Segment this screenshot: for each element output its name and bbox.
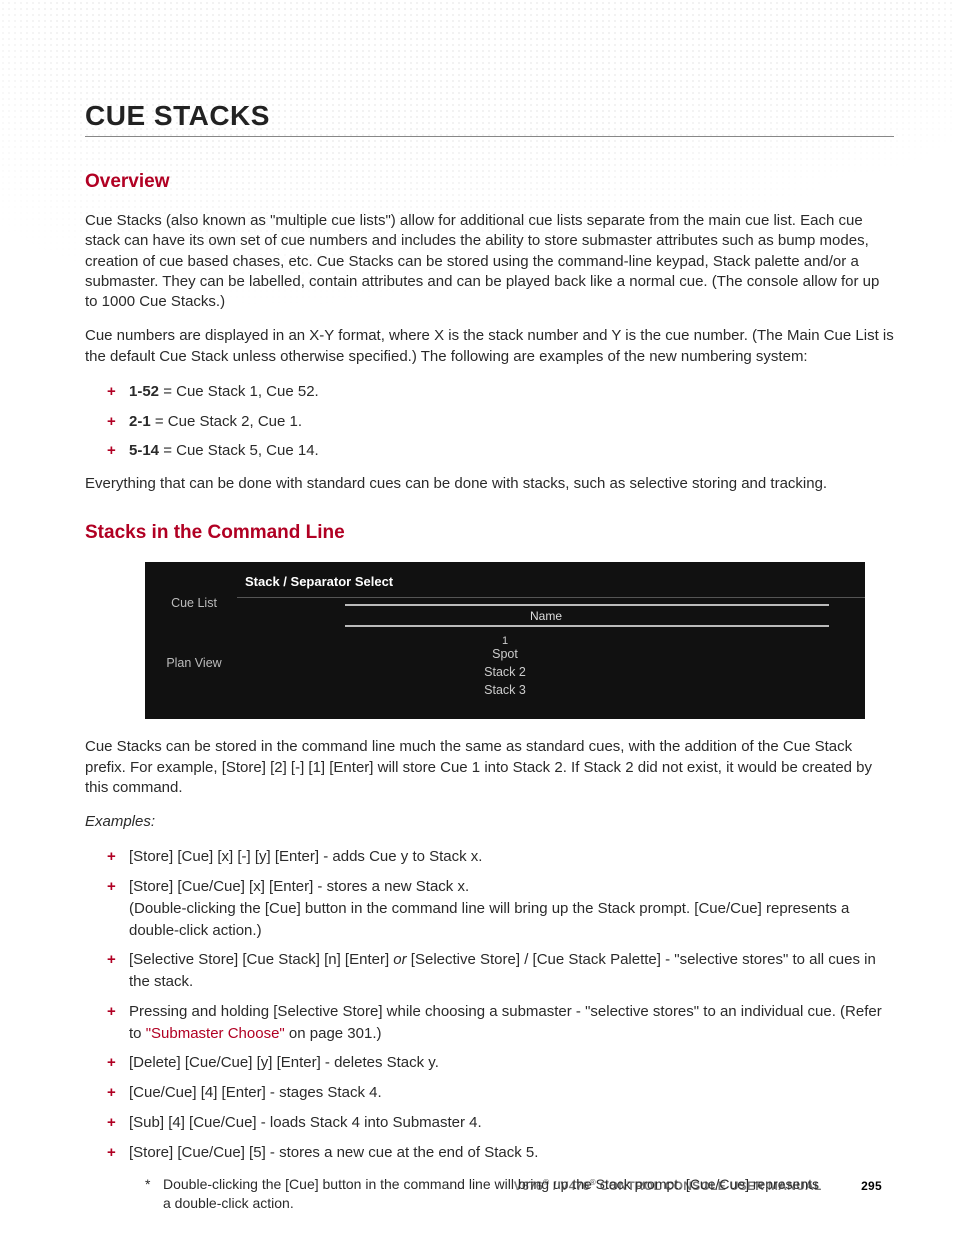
cmdline-heading: Stacks in the Command Line [85, 522, 894, 544]
list-item: 1-52 = Cue Stack 1, Cue 52. [107, 381, 894, 403]
code: 5-14 [129, 442, 159, 459]
list-item: [Delete] [Cue/Cue] [y] [Enter] - deletes… [107, 1052, 894, 1074]
shot-header: Stack / Separator Select [145, 572, 865, 597]
stack-select-screenshot: Stack / Separator Select Cue List Plan V… [145, 562, 865, 719]
list-item: [Store] [Cue] [x] [-] [y] [Enter] - adds… [107, 846, 894, 868]
overview-para-1: Cue Stacks (also known as "multiple cue … [85, 211, 894, 312]
list-item: [Store] [Cue/Cue] [x] [Enter] - stores a… [107, 876, 894, 941]
examples-label: Examples: [85, 812, 894, 832]
shot-rule [237, 597, 865, 598]
list-item: [Selective Store] [Cue Stack] [n] [Enter… [107, 949, 894, 993]
page-title: CUE STACKS [85, 100, 894, 132]
list-item: [Sub] [4] [Cue/Cue] - loads Stack 4 into… [107, 1112, 894, 1134]
list-item: [Store] [Cue/Cue] [5] - stores a new cue… [107, 1142, 894, 1164]
row-num: 1 [145, 635, 865, 647]
list-item: Pressing and holding [Selective Store] w… [107, 1001, 894, 1045]
shot-row: Stack 3 [145, 683, 865, 697]
list-item: [Cue/Cue] [4] [Enter] - stages Stack 4. [107, 1082, 894, 1104]
desc: = Cue Stack 1, Cue 52. [159, 383, 319, 400]
page-content: CUE STACKS Overview Cue Stacks (also kno… [0, 0, 954, 1235]
desc: = Cue Stack 2, Cue 1. [151, 413, 302, 430]
shot-left-nav: Cue List Plan View [155, 596, 233, 716]
name-label: Name [524, 609, 568, 623]
row-name: Spot [492, 647, 518, 661]
shot-nav-item: Cue List [155, 596, 233, 610]
shot-nav-item: Plan View [155, 656, 233, 670]
overview-para-3: Everything that can be done with standar… [85, 474, 894, 494]
overview-para-2: Cue numbers are displayed in an X-Y form… [85, 326, 894, 367]
shot-row: Stack 2 [145, 665, 865, 679]
footnote: Double-clicking the [Cue] button in the … [145, 1175, 823, 1213]
numbering-examples-list: 1-52 = Cue Stack 1, Cue 52. 2-1 = Cue St… [85, 381, 894, 462]
list-item: 2-1 = Cue Stack 2, Cue 1. [107, 411, 894, 433]
row-name: Stack 3 [484, 683, 526, 697]
code: 2-1 [129, 413, 151, 430]
title-rule [85, 136, 894, 137]
overview-heading: Overview [85, 171, 894, 193]
shot-row: 1 Spot [145, 635, 865, 661]
shot-name-header: Name [245, 604, 847, 627]
row-name: Stack 2 [484, 665, 526, 679]
desc: = Cue Stack 5, Cue 14. [159, 442, 319, 459]
command-examples-list: [Store] [Cue] [x] [-] [y] [Enter] - adds… [85, 846, 894, 1163]
list-item: 5-14 = Cue Stack 5, Cue 14. [107, 440, 894, 462]
cmdline-para-1: Cue Stacks can be stored in the command … [85, 737, 894, 798]
code: 1-52 [129, 383, 159, 400]
